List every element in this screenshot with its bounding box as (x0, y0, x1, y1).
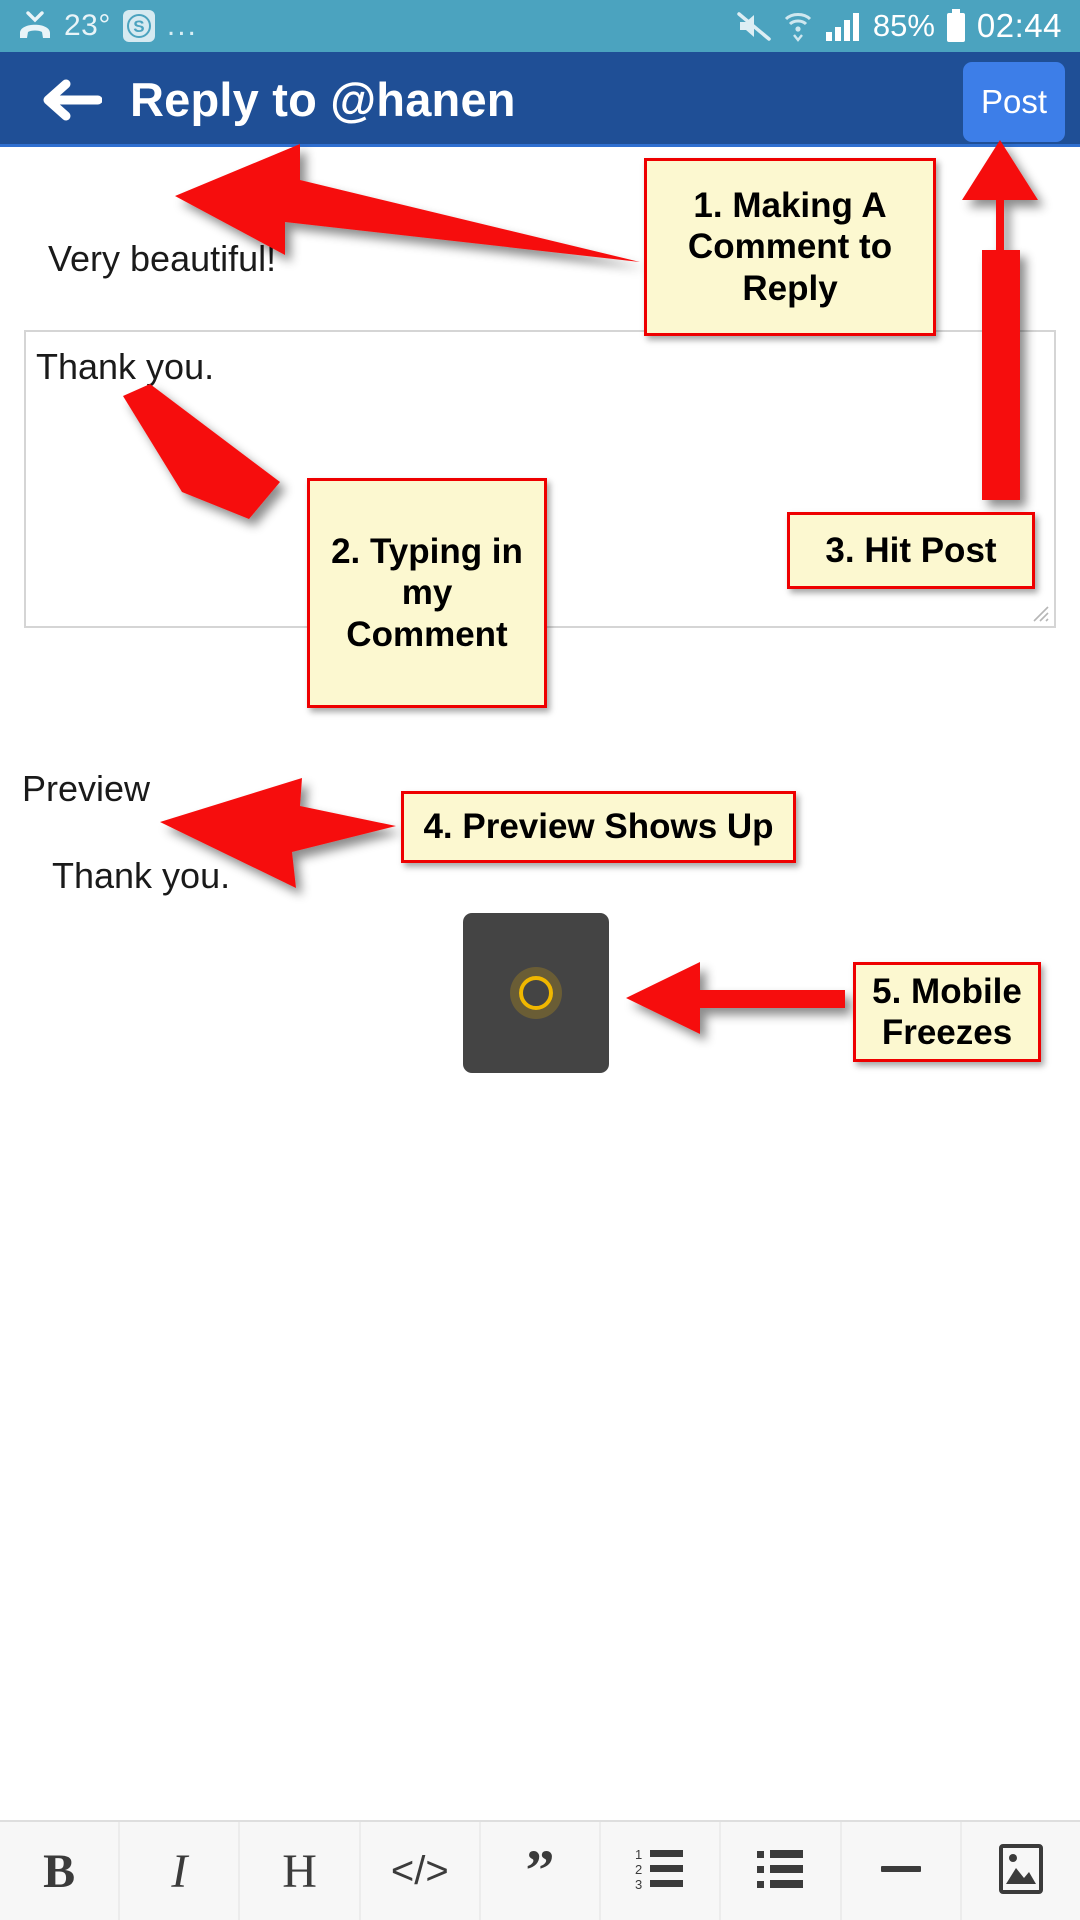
code-button[interactable]: </> (361, 1822, 481, 1920)
italic-button[interactable]: I (120, 1822, 241, 1920)
status-bar-left: 23° S ... (18, 9, 198, 43)
image-button[interactable] (962, 1822, 1080, 1920)
status-bar: 23° S ... 85% 02:44 (0, 0, 1080, 52)
notification-overflow-icon: ... (166, 9, 198, 42)
italic-icon: I (171, 1844, 188, 1898)
preview-label: Preview (22, 768, 151, 809)
page-title: Reply to @hanen (130, 73, 516, 126)
signal-bars-icon (824, 10, 862, 42)
callout-note-1: 1. Making A Comment to Reply (644, 158, 936, 336)
horizontal-rule-icon (879, 1859, 923, 1884)
code-icon: </> (390, 1848, 449, 1893)
callout-note-4: 4. Preview Shows Up (401, 791, 796, 863)
wifi-icon (783, 9, 813, 43)
spinner-ring-icon (519, 976, 553, 1010)
callout-note-5: 5. Mobile Freezes (853, 962, 1041, 1062)
app-bar: Reply to @hanen Post (0, 52, 1080, 147)
heading-button[interactable]: H (240, 1822, 361, 1920)
horizontal-rule-button[interactable] (842, 1822, 962, 1920)
svg-text:2: 2 (635, 1862, 642, 1877)
skype-icon: S (122, 10, 155, 42)
phone-screen: 23° S ... 85% 02:44 Reply to @hanen Post… (0, 0, 1080, 1920)
status-bar-right: 85% 02:44 (736, 7, 1062, 45)
quote-icon: ” (525, 1837, 555, 1903)
loading-spinner (463, 913, 609, 1073)
preview-body-text: Thank you. (52, 855, 231, 896)
heading-icon: H (282, 1844, 317, 1898)
svg-text:3: 3 (635, 1877, 642, 1892)
ordered-list-button[interactable]: 1 2 3 (601, 1822, 722, 1920)
quote-button[interactable]: ” (481, 1822, 602, 1920)
svg-text:1: 1 (635, 1847, 642, 1862)
arrow-to-spinner (626, 962, 845, 1034)
ordered-list-icon: 1 2 3 (635, 1846, 685, 1897)
clock-text: 02:44 (976, 7, 1062, 44)
quoted-comment-text: Very beautiful! (48, 238, 277, 279)
mute-icon (736, 10, 772, 42)
bullet-list-button[interactable] (721, 1822, 842, 1920)
image-icon (998, 1843, 1043, 1899)
post-button[interactable]: Post (963, 62, 1065, 142)
format-toolbar: B I H </> ” 1 2 3 (0, 1820, 1080, 1920)
resize-grip-icon[interactable] (1030, 603, 1050, 623)
back-arrow-icon[interactable] (40, 78, 102, 122)
battery-icon (946, 9, 966, 43)
callout-note-2: 2. Typing in my Comment (307, 478, 547, 708)
missed-call-icon (18, 11, 52, 41)
temperature-text: 23° (64, 9, 111, 42)
bullet-list-icon (755, 1846, 805, 1897)
comment-editor-value: Thank you. (36, 346, 215, 387)
skype-letter: S (126, 14, 151, 38)
battery-percent-text: 85% (872, 8, 935, 43)
callout-note-3: 3. Hit Post (787, 512, 1035, 589)
bold-button[interactable]: B (0, 1822, 121, 1920)
bold-icon: B (43, 1844, 76, 1898)
